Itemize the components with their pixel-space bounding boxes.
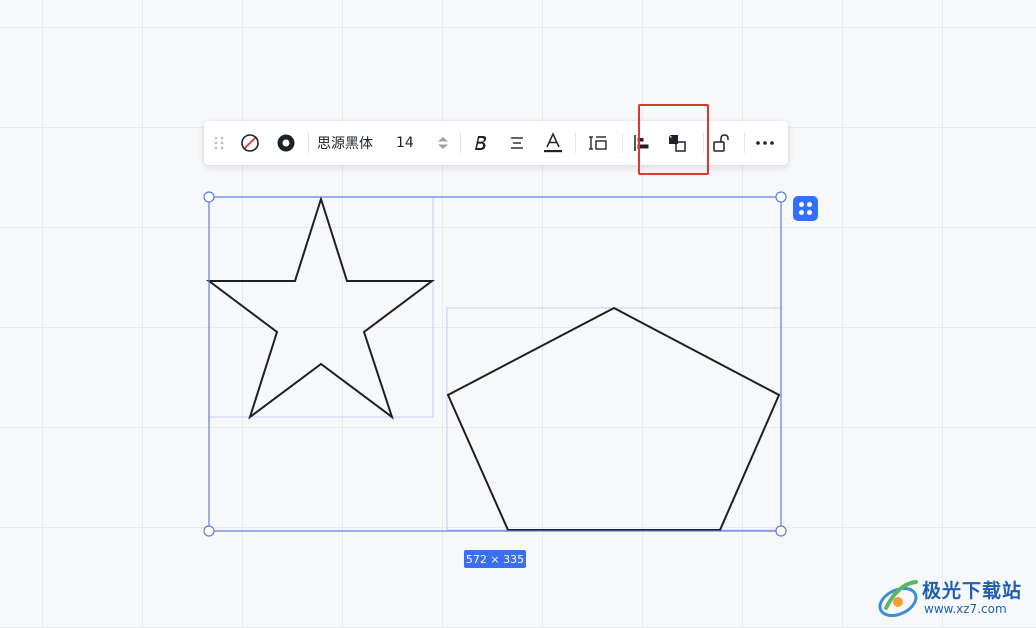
- group-badge-icon[interactable]: [793, 196, 818, 221]
- drag-handle-icon[interactable]: [208, 121, 230, 165]
- bold-button[interactable]: [470, 121, 492, 165]
- text-align-icon[interactable]: [506, 121, 528, 165]
- toolbar-divider: [744, 133, 745, 153]
- selection-size-badge: 572 × 335: [464, 550, 526, 568]
- resize-handle-top-left[interactable]: [203, 191, 215, 203]
- pentagon-shape[interactable]: [446, 306, 781, 531]
- highlight-annotation: [638, 104, 709, 175]
- font-family-select[interactable]: 思源黑体: [317, 121, 383, 165]
- toolbar-divider: [460, 133, 461, 153]
- font-size-stepper-icon[interactable]: [434, 121, 452, 165]
- pentagon-bounding-box: [446, 307, 782, 531]
- font-family-label: 思源黑体: [317, 136, 373, 152]
- more-options-icon[interactable]: [752, 121, 778, 165]
- canvas[interactable]: [0, 0, 1036, 628]
- watermark-logo-icon: [878, 580, 918, 618]
- lock-icon[interactable]: [709, 121, 733, 165]
- resize-handle-bottom-right[interactable]: [775, 525, 787, 537]
- toolbar-divider: [575, 133, 576, 153]
- border-style-icon[interactable]: [274, 121, 298, 165]
- toolbar-divider: [622, 133, 623, 153]
- star-shape[interactable]: [206, 195, 435, 420]
- watermark: 极光下载站 www.xz7.com: [876, 574, 1026, 624]
- watermark-url: www.xz7.com: [924, 602, 1007, 616]
- text-color-icon[interactable]: [541, 121, 565, 165]
- watermark-title: 极光下载站: [922, 580, 1023, 602]
- resize-handle-top-right[interactable]: [775, 191, 787, 203]
- fill-color-none-icon[interactable]: [238, 121, 262, 165]
- font-size-value: 14: [396, 135, 414, 151]
- text-box-icon[interactable]: [586, 121, 610, 165]
- font-size-field[interactable]: 14: [396, 121, 422, 165]
- resize-handle-bottom-left[interactable]: [203, 525, 215, 537]
- selection-frame[interactable]: [208, 196, 782, 532]
- bold-icon: [475, 136, 487, 150]
- toolbar-divider: [308, 133, 309, 153]
